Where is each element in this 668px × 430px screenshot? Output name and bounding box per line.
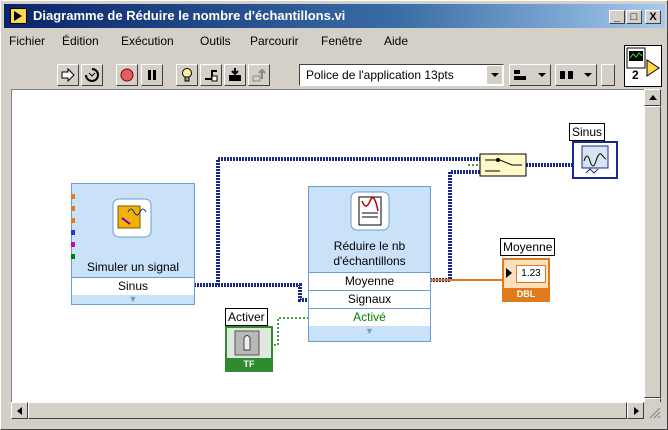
chevron-down-icon[interactable] <box>486 66 502 84</box>
horizontal-scroll-thumb[interactable] <box>28 402 627 419</box>
mean-type: DBL <box>504 288 548 300</box>
font-select-value: Police de l'application 13pts <box>306 68 454 82</box>
menu-bar: Fichier Édition Exécution Outils Parcour… <box>4 31 614 51</box>
title-bar[interactable]: Diagramme de Réduire le nombre d'échanti… <box>4 4 665 28</box>
pause-button[interactable] <box>141 64 163 86</box>
step-out-button[interactable] <box>248 64 270 86</box>
reduce-terminal-moyenne[interactable]: Moyenne <box>309 272 430 290</box>
sinus-indicator-label: Sinus <box>569 123 606 141</box>
reduce-samples-express-vi[interactable]: Réduire le nb d'échantillons Moyenne Sig… <box>308 186 431 342</box>
mean-numeric-terminal[interactable]: 1.23 DBL <box>502 258 550 302</box>
menu-aide[interactable]: Aide <box>384 34 408 48</box>
reduce-terminal-active[interactable]: Activé <box>309 308 430 326</box>
menu-parcourir[interactable]: Parcourir <box>250 34 299 48</box>
run-button[interactable] <box>57 64 79 86</box>
reduce-title-line2: d'échantillons <box>333 254 406 268</box>
vertical-scroll-thumb[interactable] <box>644 106 661 398</box>
sinus-graph-terminal[interactable] <box>572 141 618 179</box>
mean-indicator-label: Moyenne <box>500 238 556 256</box>
abort-icon <box>120 68 134 82</box>
expand-chevron-icon[interactable]: ▼ <box>309 327 430 337</box>
simulate-signal-express-vi[interactable]: Simuler un signal Sinus ▼ <box>71 183 195 305</box>
simulate-input-terminals <box>71 194 75 264</box>
waveform-graph-icon <box>581 145 609 174</box>
step-out-icon <box>252 68 266 82</box>
abort-button[interactable] <box>116 64 138 86</box>
indicator-arrow-icon <box>506 268 512 278</box>
menu-fenetre[interactable]: Fenêtre <box>321 34 362 48</box>
simulate-title: Simuler un signal <box>86 260 180 274</box>
retain-wire-values-icon <box>205 70 218 82</box>
reduce-terminal-signaux[interactable]: Signaux <box>309 290 430 308</box>
toggle-switch-icon <box>234 330 260 356</box>
enable-type: TF <box>227 358 271 370</box>
wire-enable <box>274 317 308 346</box>
chevron-right-icon <box>634 407 639 415</box>
enable-control-label: Activer <box>225 308 268 326</box>
simulate-signal-icon <box>112 198 152 238</box>
scroll-up-button[interactable] <box>644 89 661 106</box>
menu-fichier[interactable]: Fichier <box>9 34 45 48</box>
align-objects-button[interactable] <box>509 64 551 86</box>
reduce-title-line1: Réduire le nb <box>333 239 406 253</box>
menu-outils[interactable]: Outils <box>200 34 231 48</box>
scroll-right-button[interactable] <box>627 402 644 419</box>
vertical-scrollbar[interactable] <box>644 89 661 419</box>
wire-simulate-to-reduce <box>194 283 310 302</box>
run-arrow-icon <box>61 67 75 83</box>
run-continuous-button[interactable] <box>81 64 103 86</box>
step-into-button[interactable] <box>224 64 246 86</box>
vi-icon[interactable]: 2 <box>624 45 662 87</box>
vi-connector-icon <box>626 47 660 77</box>
close-button[interactable]: X <box>645 10 661 24</box>
menu-edition[interactable]: Édition <box>62 34 99 48</box>
chevron-up-icon <box>649 95 657 100</box>
distribute-objects-icon <box>560 71 592 79</box>
highlight-execution-icon <box>182 68 192 82</box>
size-grip-icon[interactable] <box>644 402 661 419</box>
distribute-objects-button[interactable] <box>555 64 597 86</box>
horizontal-scrollbar[interactable] <box>11 402 644 419</box>
mean-value: 1.23 <box>516 265 546 283</box>
reorder-button[interactable] <box>601 64 615 86</box>
font-select[interactable]: Police de l'application 13pts <box>299 64 504 86</box>
run-continuous-icon <box>85 68 99 82</box>
highlight-execution-button[interactable] <box>176 64 198 86</box>
align-objects-icon <box>514 70 546 80</box>
vi-icon-number: 2 <box>632 68 639 82</box>
toolbar: Police de l'application 13pts <box>4 53 615 87</box>
simulate-terminal-sinus[interactable]: Sinus <box>72 277 194 295</box>
window: Diagramme de Réduire le nombre d'échanti… <box>0 0 668 430</box>
wire-reduce-signals-to-select <box>430 170 480 282</box>
pause-icon <box>148 70 156 80</box>
chevron-left-icon <box>17 407 22 415</box>
window-title: Diagramme de Réduire le nombre d'échanti… <box>33 8 346 23</box>
reduce-samples-icon <box>350 191 390 231</box>
block-diagram-icon <box>10 8 27 24</box>
minimize-button[interactable]: _ <box>609 10 625 24</box>
retain-wire-values-button[interactable] <box>200 64 222 86</box>
menu-execution[interactable]: Exécution <box>121 34 174 48</box>
scroll-left-button[interactable] <box>11 402 28 419</box>
block-diagram-canvas[interactable]: Simuler un signal Sinus ▼ Réduire le nb … <box>11 89 644 402</box>
enable-control-terminal[interactable]: TF <box>225 326 273 372</box>
maximize-button[interactable]: □ <box>626 10 642 24</box>
step-into-icon <box>229 68 241 81</box>
expand-chevron-icon[interactable]: ▼ <box>72 295 194 305</box>
